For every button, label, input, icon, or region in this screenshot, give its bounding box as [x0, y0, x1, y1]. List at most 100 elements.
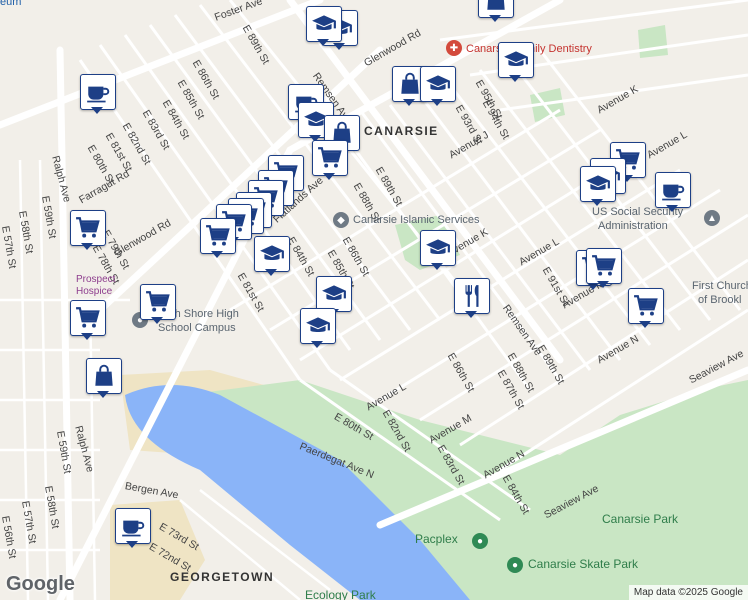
map-marker-coffee[interactable]: [80, 74, 116, 116]
marker-box: [70, 210, 106, 246]
marker-tail: [265, 269, 277, 276]
marker-tail: [91, 107, 103, 114]
marker-box: [306, 6, 342, 42]
map-marker-shopping-bag[interactable]: [86, 358, 122, 400]
school-icon: [259, 241, 285, 267]
map-marker-shopping-cart[interactable]: [628, 288, 664, 330]
marker-tail: [489, 15, 501, 22]
marker-box: [200, 218, 236, 254]
poi-label-islamic-services[interactable]: Canarsie Islamic Services: [353, 214, 480, 226]
map-marker-coffee[interactable]: [115, 508, 151, 550]
map-marker-school[interactable]: [300, 308, 336, 350]
marker-box: [420, 66, 456, 102]
marker-box: [80, 74, 116, 110]
utensils-icon: [459, 283, 485, 309]
mosque-icon[interactable]: ◆: [333, 212, 349, 228]
shopping-cart-icon: [75, 215, 101, 241]
shopping-cart-icon: [205, 223, 231, 249]
coffee-icon: [85, 79, 111, 105]
government-icon[interactable]: ▲: [704, 210, 720, 226]
poi-label-hospice-line1[interactable]: Prospect: [76, 274, 115, 285]
poi-label-hospice-line2[interactable]: Hospice: [76, 286, 112, 297]
map-marker-school[interactable]: [254, 236, 290, 278]
marker-tail: [465, 311, 477, 318]
poi-label-ssa-line2[interactable]: Administration: [598, 220, 668, 232]
map-marker-shopping-cart[interactable]: [586, 248, 622, 290]
marker-box: [300, 308, 336, 344]
marker-box: [498, 42, 534, 78]
dentistry-icon[interactable]: ✚: [446, 40, 462, 56]
shopping-cart-icon: [145, 289, 171, 315]
shopping-cart-icon: [633, 293, 659, 319]
school-icon: [503, 47, 529, 73]
skate-park-icon[interactable]: ●: [507, 557, 523, 573]
map-marker-shopping-cart[interactable]: [70, 210, 106, 252]
school-icon: [321, 281, 347, 307]
marker-box: [655, 172, 691, 208]
marker-box: [454, 278, 490, 314]
pacplex-icon[interactable]: ●: [472, 533, 488, 549]
school-icon: [425, 71, 451, 97]
coffee-icon: [660, 177, 686, 203]
school-icon: [311, 11, 337, 37]
school-icon: [585, 171, 611, 197]
marker-box: [70, 300, 106, 336]
marker-tail: [431, 263, 443, 270]
marker-tail: [317, 39, 329, 46]
map-marker-shopping-cart[interactable]: [200, 218, 236, 260]
marker-tail: [211, 251, 223, 258]
poi-label-church-line2[interactable]: of Brookl: [698, 294, 741, 306]
poi-label-skate-park[interactable]: Canarsie Skate Park: [528, 557, 638, 571]
marker-tail: [151, 317, 163, 324]
marker-box: [312, 140, 348, 176]
poi-label-pacplex[interactable]: Pacplex: [415, 532, 458, 546]
marker-tail: [323, 173, 335, 180]
map-marker-utensils[interactable]: [454, 278, 490, 320]
map-marker-coffee[interactable]: [655, 172, 691, 214]
map-marker-shopping-bag[interactable]: [478, 0, 514, 24]
marker-box: [140, 284, 176, 320]
neighborhood-label-canarsie: CANARSIE: [364, 124, 439, 138]
poi-label-museum-fragment[interactable]: eum: [0, 0, 21, 8]
marker-tail: [666, 205, 678, 212]
marker-box: [628, 288, 664, 324]
marker-box: [586, 248, 622, 284]
marker-tail: [81, 333, 93, 340]
marker-tail: [597, 281, 609, 288]
map-marker-school[interactable]: [498, 42, 534, 84]
marker-tail: [81, 243, 93, 250]
school-icon: [425, 235, 451, 261]
map-marker-school[interactable]: [420, 66, 456, 108]
marker-box: [115, 508, 151, 544]
map-marker-school[interactable]: [420, 230, 456, 272]
marker-box: [316, 276, 352, 312]
marker-tail: [97, 391, 109, 398]
marker-box: [420, 230, 456, 266]
poi-label-church-line1[interactable]: First Church: [692, 280, 748, 292]
map-attribution: Map data ©2025 Google: [628, 585, 748, 600]
poi-label-canarsie-park[interactable]: Canarsie Park: [602, 512, 678, 526]
map-canvas[interactable]: CANARSIE GEORGETOWN Foster Ave Flatlands…: [0, 0, 748, 600]
shopping-cart-icon: [75, 305, 101, 331]
school-icon: [305, 313, 331, 339]
marker-box: [254, 236, 290, 272]
map-marker-school[interactable]: [306, 6, 342, 48]
map-marker-shopping-cart[interactable]: [312, 140, 348, 182]
shopping-cart-icon: [591, 253, 617, 279]
google-logo: Google: [6, 573, 75, 595]
coffee-icon: [120, 513, 146, 539]
shopping-cart-icon: [317, 145, 343, 171]
map-marker-shopping-cart[interactable]: [70, 300, 106, 342]
map-marker-shopping-cart[interactable]: [140, 284, 176, 326]
shopping-bag-icon: [91, 363, 117, 389]
marker-tail: [311, 341, 323, 348]
marker-tail: [509, 75, 521, 82]
map-marker-school[interactable]: [580, 166, 616, 208]
marker-tail: [639, 321, 651, 328]
marker-tail: [591, 199, 603, 206]
shopping-bag-icon: [483, 0, 509, 13]
marker-tail: [126, 541, 138, 548]
marker-box: [86, 358, 122, 394]
marker-tail: [403, 99, 415, 106]
poi-label-ecology-park[interactable]: Ecology Park: [305, 588, 376, 600]
